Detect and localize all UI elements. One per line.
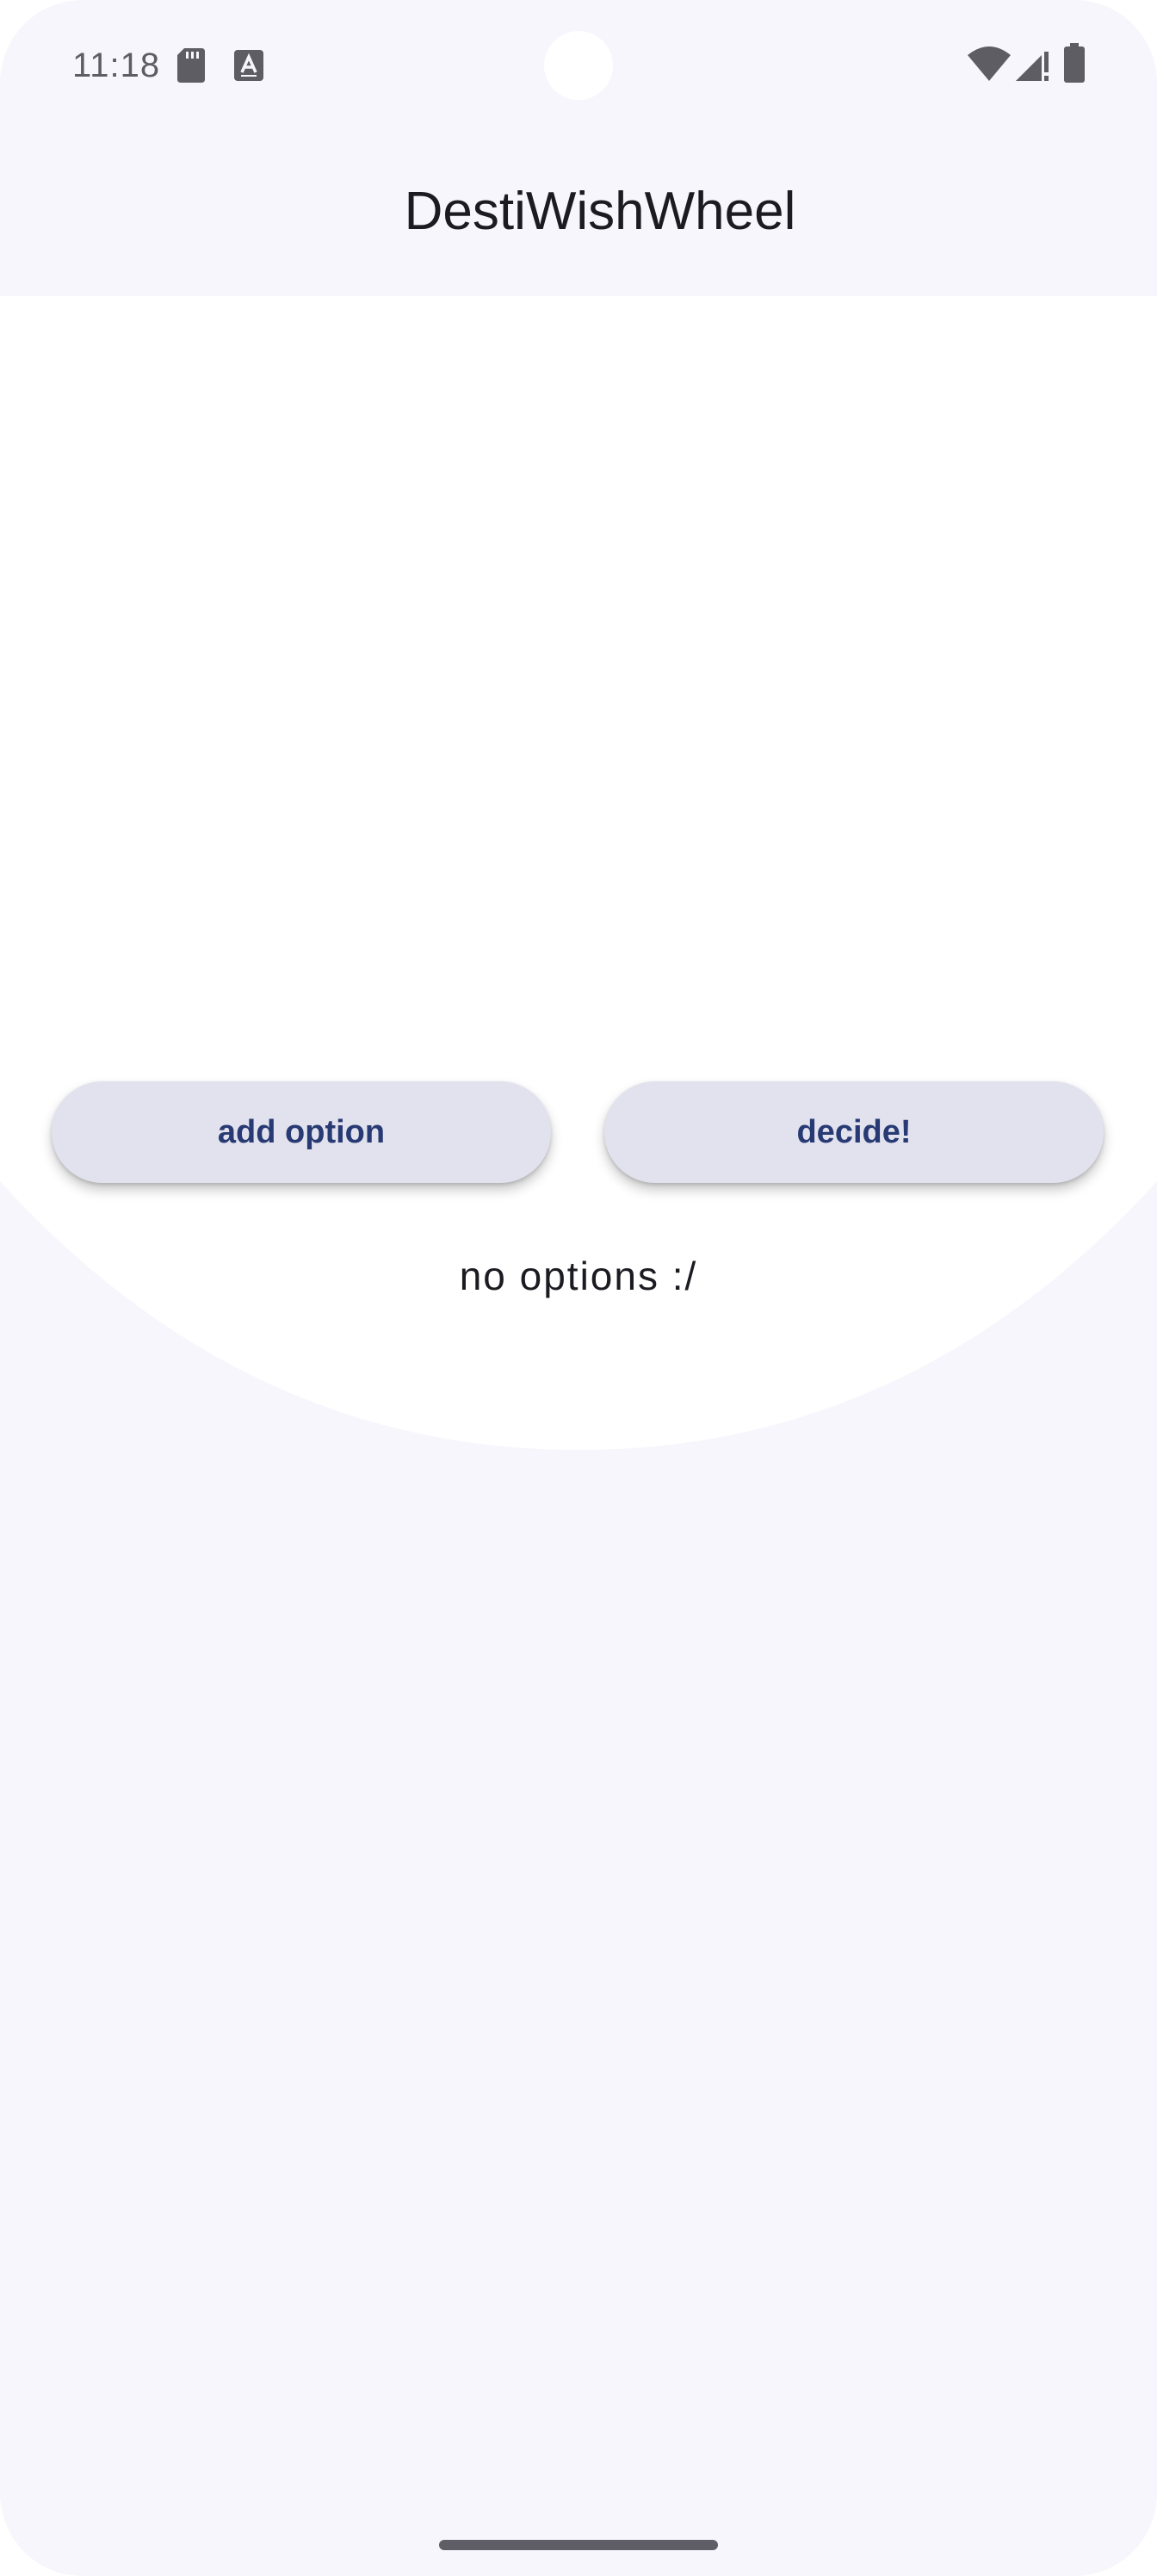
decide-button[interactable]: decide!: [604, 1081, 1104, 1183]
add-option-button[interactable]: add option: [52, 1081, 551, 1183]
a-notification-icon: [234, 50, 263, 81]
add-option-label: add option: [217, 1113, 386, 1150]
wifi-icon: [968, 46, 1011, 81]
battery-icon: [1064, 43, 1085, 83]
signal-icon: [1016, 52, 1049, 81]
empty-state-message: no options :/: [459, 1254, 698, 1298]
status-bar: 11:18: [0, 0, 1157, 129]
main-content: add option decide! no options :/: [0, 296, 1157, 1450]
gesture-navigation-handle[interactable]: [439, 2540, 718, 2550]
camera-cutout: [544, 31, 613, 100]
app-screen: 11:18 DestiWishWheel add option decide! …: [0, 0, 1157, 2576]
status-time: 11:18: [72, 46, 161, 84]
decide-label: decide!: [796, 1113, 912, 1150]
top-app-bar: DestiWishWheel: [0, 129, 1157, 296]
sd-card-icon: [177, 48, 205, 83]
app-title: DestiWishWheel: [404, 182, 796, 241]
